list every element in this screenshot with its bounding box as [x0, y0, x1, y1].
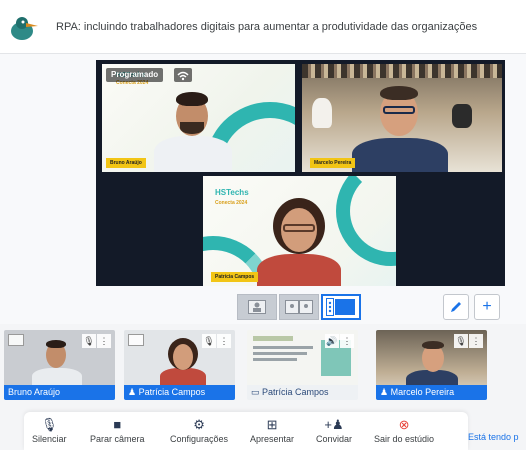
close-circle-icon: ⊗	[398, 417, 410, 432]
thumbnail-controls: 🎙 ⋮	[202, 334, 231, 348]
slide-content	[253, 336, 293, 341]
studio-toolbar: 🎙 Silenciar ■ Parar câmera ⚙ Configuraçõ…	[24, 412, 468, 450]
layout-single-button[interactable]	[237, 294, 277, 320]
person-icon: ♟	[128, 387, 139, 397]
stop-camera-button[interactable]: ■ Parar câmera	[90, 416, 145, 444]
participant-thumbnails: 🎙 ⋮ Bruno Araújo 🎙 ⋮ ♟ Patrícia Campos 🔊 ⋮ …	[0, 324, 526, 406]
add-layout-button[interactable]: +	[474, 294, 500, 320]
thumbnail-controls: 🎙 ⋮	[82, 334, 111, 348]
slide-content	[253, 346, 313, 349]
thumbnail-name: ▭ Patrícia Campos	[247, 385, 358, 400]
thumbnail-name: ♟ Marcelo Pereira	[376, 385, 487, 400]
layout-side-by-side-button[interactable]	[279, 294, 319, 320]
thumbnail-name: ♟ Patrícia Campos	[124, 385, 235, 400]
stage-tile-bruno[interactable]: HSTechsConecta 2024 Bruno Araújo Program…	[102, 64, 295, 172]
single-person-icon	[248, 300, 266, 314]
more-options-icon[interactable]: ⋮	[217, 334, 231, 348]
pencil-icon	[451, 302, 461, 312]
slide-content	[253, 358, 297, 361]
camera-icon: ■	[113, 417, 122, 432]
thumbnail-bruno[interactable]: 🎙 ⋮ Bruno Araújo	[4, 330, 115, 400]
stage-area: HSTechsConecta 2024 Bruno Araújo Program…	[0, 54, 526, 324]
decor-figure	[452, 104, 472, 128]
volume-icon[interactable]: 🔊	[325, 334, 339, 348]
thumbnail-screen-share[interactable]: 🔊 ⋮ ▭ Patrícia Campos	[247, 330, 358, 400]
stage-tile-patricia[interactable]: HSTechs Conecta 2024 Patrícia Campos	[203, 176, 396, 286]
settings-button[interactable]: ⚙ Configurações	[170, 416, 228, 444]
more-options-icon[interactable]: ⋮	[340, 334, 354, 348]
add-person-icon: +♟	[324, 417, 344, 432]
person-icon: ♟	[380, 387, 391, 397]
layout-selector	[237, 294, 361, 320]
header: RPA: incluindo trabalhadores digitais pa…	[0, 0, 526, 54]
edit-pencil-button[interactable]	[443, 294, 469, 320]
scheduled-badge: Programado	[106, 68, 164, 82]
participant-nametag: Bruno Araújo	[106, 158, 146, 168]
microphone-icon: 🎙	[41, 417, 58, 432]
thumbnail-name: Bruno Araújo	[4, 385, 115, 400]
plus-icon: +	[482, 298, 492, 315]
two-people-icon	[285, 300, 313, 314]
screen-icon	[128, 334, 144, 346]
microphone-icon[interactable]: 🎙	[82, 334, 96, 348]
thumbnail-marcelo[interactable]: 🎙 ⋮ ♟ Marcelo Pereira	[376, 330, 487, 400]
stage-tile-marcelo[interactable]: Marcelo Pereira	[302, 64, 502, 172]
screen-icon	[8, 334, 24, 346]
layout-group-button[interactable]	[321, 294, 361, 320]
slide-content	[253, 352, 307, 355]
event-logo: HSTechsConecta 2024	[215, 188, 249, 206]
microphone-icon[interactable]: 🎙	[454, 334, 468, 348]
more-options-icon[interactable]: ⋮	[469, 334, 483, 348]
thumbnail-controls: 🔊 ⋮	[325, 334, 354, 348]
thumbnail-patricia[interactable]: 🎙 ⋮ ♟ Patrícia Campos	[124, 330, 235, 400]
screen-share-icon: ▭	[251, 387, 263, 397]
thumbnail-controls: 🎙 ⋮	[454, 334, 483, 348]
duck-logo-icon	[11, 17, 38, 40]
vase	[312, 98, 332, 128]
microphone-icon[interactable]: 🎙	[202, 334, 216, 348]
group-layout-icon	[326, 298, 355, 316]
more-options-icon[interactable]: ⋮	[97, 334, 111, 348]
mute-button[interactable]: 🎙 Silenciar	[32, 416, 67, 444]
broadcast-stage: HSTechsConecta 2024 Bruno Araújo Program…	[96, 60, 505, 286]
leave-studio-button[interactable]: ⊗ Sair do estúdio	[374, 416, 434, 444]
participant-nametag: Marcelo Pereira	[310, 158, 356, 168]
help-link[interactable]: Está tendo p	[468, 432, 519, 442]
participant-nametag: Patrícia Campos	[211, 272, 259, 282]
session-title: RPA: incluindo trabalhadores digitais pa…	[56, 21, 478, 33]
signal-icon	[174, 68, 192, 82]
gear-icon: ⚙	[193, 417, 205, 432]
present-screen-icon: ⊞	[266, 417, 278, 432]
invite-button[interactable]: +♟ Convidar	[316, 416, 352, 444]
bookshelf	[302, 64, 502, 78]
decorative-arc	[336, 176, 396, 266]
present-button[interactable]: ⊞ Apresentar	[250, 416, 294, 444]
